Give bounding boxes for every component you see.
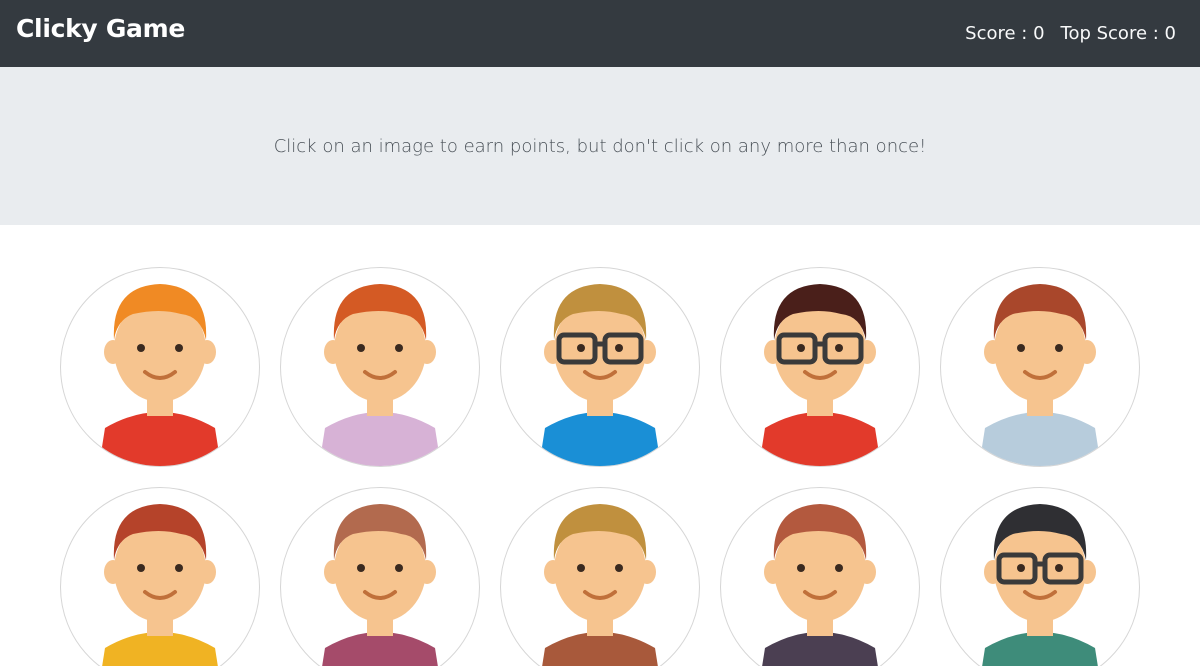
navbar: Clicky Game Score : 0 Top Score : 0	[0, 0, 1200, 67]
instructions-text: Click on an image to earn points, but do…	[273, 136, 927, 157]
avatar-black-hair-woman-glasses[interactable]	[940, 487, 1140, 666]
avatar-grid	[0, 225, 1200, 666]
avatar-bun-hair-woman[interactable]	[280, 487, 480, 666]
top-score-display: Top Score : 0	[1060, 23, 1176, 44]
avatar-illustration	[99, 284, 221, 466]
avatar-auburn-man[interactable]	[720, 487, 920, 666]
avatar-dark-hair-woman-glasses[interactable]	[720, 267, 920, 467]
avatar-illustration	[539, 284, 661, 466]
avatar-illustration	[762, 504, 878, 666]
avatar-blonde-man[interactable]	[500, 487, 700, 666]
avatar-orange-hair-man[interactable]	[60, 267, 260, 467]
avatar-red-hair-woman[interactable]	[280, 267, 480, 467]
avatar-illustration	[759, 284, 881, 466]
avatar-illustration	[982, 504, 1098, 666]
avatar-brown-hair-woman[interactable]	[940, 267, 1140, 467]
avatar-illustration	[542, 504, 658, 666]
avatar-blonde-man-glasses[interactable]	[500, 267, 700, 467]
avatar-illustration	[102, 504, 218, 666]
score-display: Score : 0	[965, 23, 1045, 44]
avatar-illustration	[319, 284, 441, 466]
score-panel: Score : 0 Top Score : 0	[965, 23, 1176, 44]
avatar-bearded-man[interactable]	[60, 487, 260, 666]
avatar-illustration	[979, 284, 1101, 466]
avatar-illustration	[322, 504, 438, 666]
instructions-banner: Click on an image to earn points, but do…	[0, 67, 1200, 225]
app-title: Clicky Game	[16, 14, 186, 43]
